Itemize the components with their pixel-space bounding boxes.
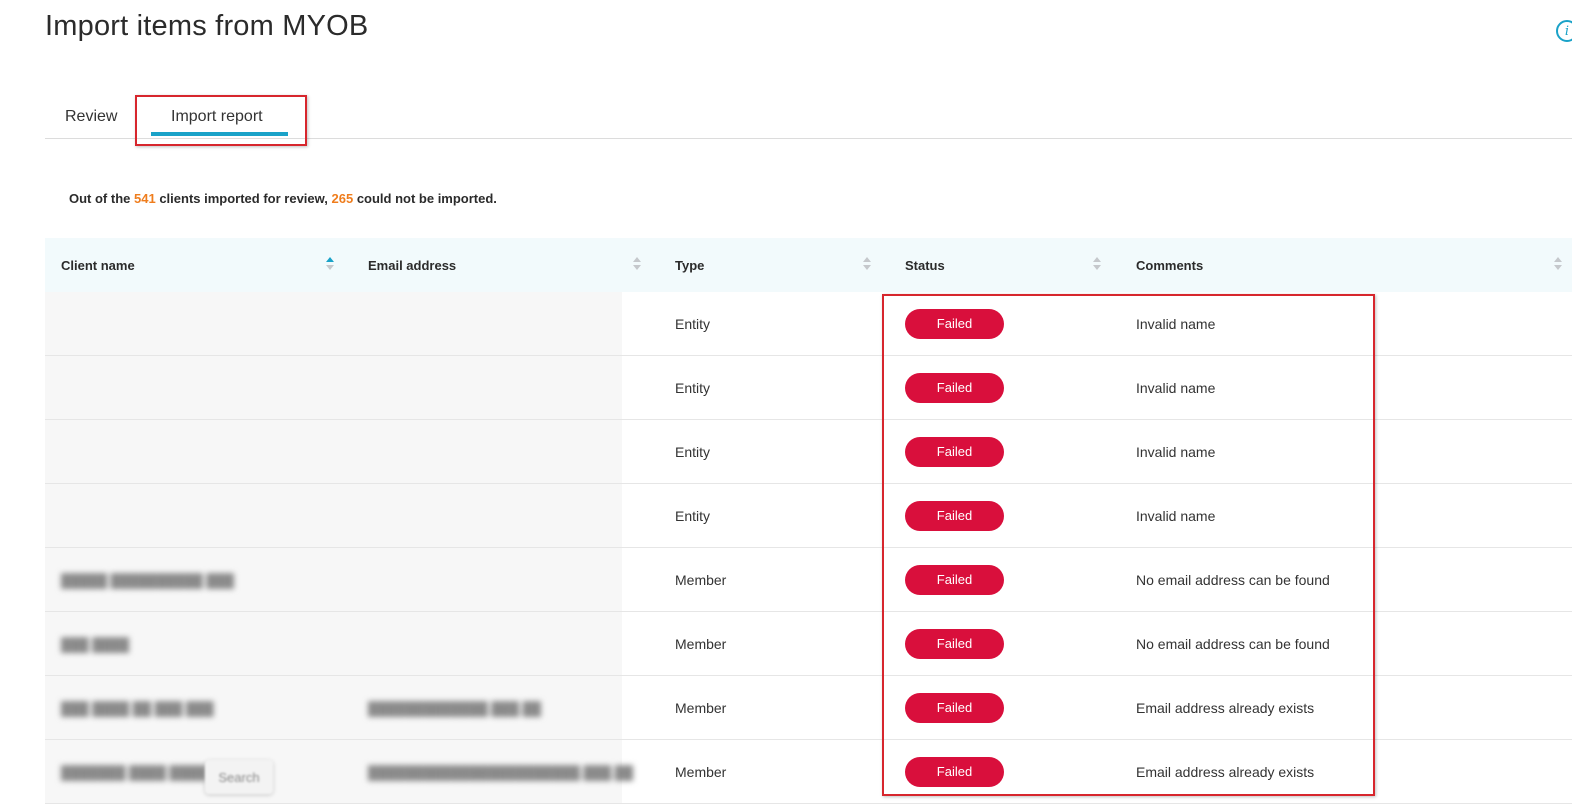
type-cell: Entity: [675, 379, 711, 396]
search-tooltip: Search: [205, 760, 273, 794]
redacted-email: █████████████.███.██: [368, 701, 542, 716]
page-title: Import items from MYOB: [45, 10, 369, 42]
redacted-email: ███████████████████████.███.██: [368, 765, 634, 780]
type-cell: Entity: [675, 315, 711, 332]
type-cell: Member: [675, 571, 727, 588]
type-cell: Member: [675, 635, 727, 652]
redacted-client-name: ███ ████ ██ ███ ███: [61, 701, 214, 716]
table-header: Client name Email address Type Status Co…: [45, 238, 1572, 292]
summary-failed-count: 265: [331, 191, 354, 206]
redacted-client-name: ███ ████: [61, 637, 130, 652]
column-header-client-name[interactable]: Client name: [61, 238, 135, 292]
column-header-type[interactable]: Type: [675, 238, 704, 292]
summary-total-count: 541: [134, 191, 156, 206]
summary-prefix: Out of the: [69, 191, 134, 206]
column-header-email[interactable]: Email address: [368, 238, 456, 292]
summary-suffix: could not be imported.: [353, 191, 497, 206]
redacted-client-name: █████ ██████████ ███: [61, 573, 235, 588]
summary-middle: clients imported for review,: [155, 191, 332, 206]
type-cell: Member: [675, 699, 727, 716]
sort-type-icon[interactable]: [863, 257, 871, 273]
column-header-status[interactable]: Status: [905, 238, 945, 292]
import-summary: Out of the 541 clients imported for revi…: [69, 191, 497, 206]
sort-client-name-icon[interactable]: [326, 257, 334, 273]
sort-status-icon[interactable]: [1093, 257, 1101, 273]
redacted-client-cells: [45, 420, 622, 483]
redacted-client-cells: [45, 356, 622, 419]
redacted-client-name: ███████ ████ ████: [61, 765, 207, 780]
status-highlight-box: [882, 294, 1375, 796]
info-icon[interactable]: i: [1556, 20, 1572, 42]
tab-review[interactable]: Review: [65, 108, 117, 126]
type-cell: Member: [675, 763, 727, 780]
column-header-comments[interactable]: Comments: [1136, 238, 1203, 292]
redacted-client-cells: [45, 292, 622, 355]
type-cell: Entity: [675, 443, 711, 460]
type-cell: Entity: [675, 507, 711, 524]
sort-email-icon[interactable]: [633, 257, 641, 273]
redacted-client-cells: [45, 484, 622, 547]
tab-highlight-box: [135, 95, 307, 146]
sort-comments-icon[interactable]: [1554, 257, 1562, 273]
redacted-client-cells: [45, 612, 622, 675]
